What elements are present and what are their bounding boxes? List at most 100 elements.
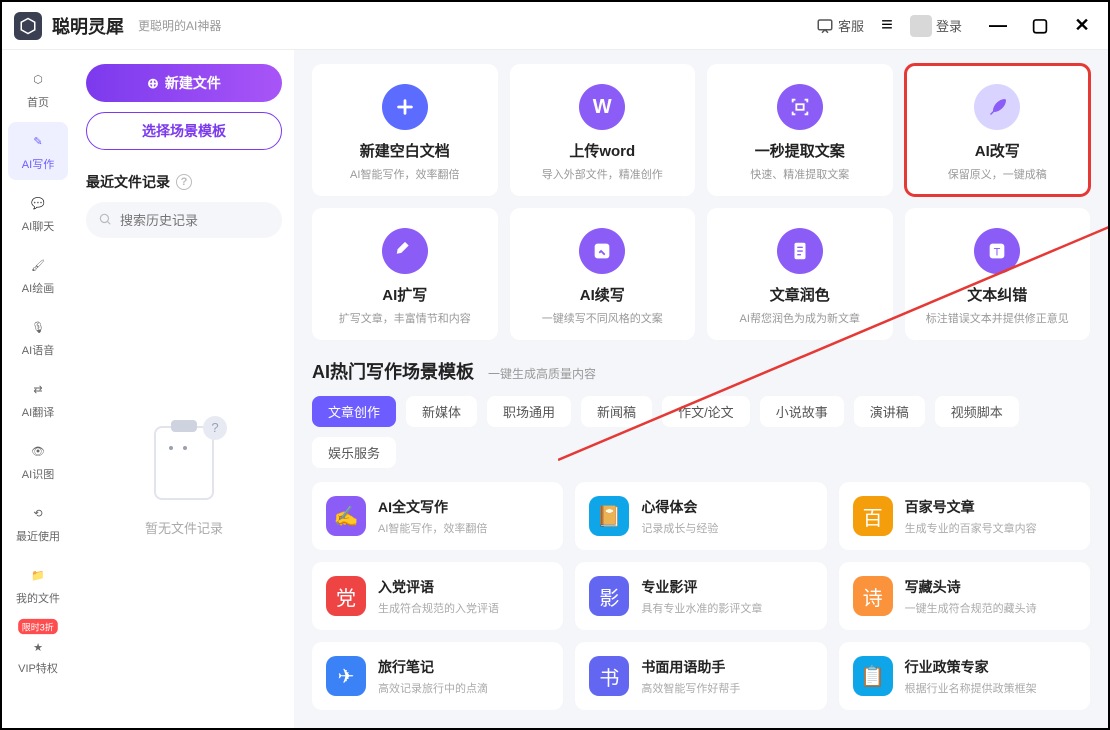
tab-8[interactable]: 娱乐服务 (312, 437, 396, 468)
template-icon: 影 (589, 576, 629, 616)
template-card[interactable]: 百 百家号文章 生成专业的百家号文章内容 (839, 482, 1090, 550)
sidebar-item-9[interactable]: 限时3折★VIP特权 (8, 618, 68, 676)
close-button[interactable]: ✕ (1068, 12, 1096, 40)
sidebar-item-3[interactable]: 🖌 AI绘画 (8, 246, 68, 304)
sidebar-item-6[interactable]: 👁AI识图 (8, 432, 68, 490)
new-file-button[interactable]: ⊕ 新建文件 (86, 64, 282, 102)
feather-icon (974, 84, 1020, 130)
sidebar-item-7[interactable]: ⟲ 最近使用 (8, 494, 68, 552)
tab-2[interactable]: 职场通用 (487, 396, 571, 427)
template-desc: 高效智能写作好帮手 (641, 680, 740, 696)
feature-card-scan[interactable]: 一秒提取文案 快速、精准提取文案 (707, 64, 893, 196)
login-label: 登录 (936, 16, 962, 35)
feature-desc: AI智能写作，效率翻倍 (350, 166, 459, 182)
doc-icon (777, 228, 823, 274)
tab-5[interactable]: 小说故事 (760, 396, 844, 427)
login-button[interactable]: 登录 (910, 15, 962, 37)
sidebar-item-5[interactable]: ⇄AI翻译 (8, 370, 68, 428)
help-icon[interactable]: ? (176, 174, 192, 190)
search-box[interactable] (86, 202, 282, 238)
nav-label: AI聊天 (22, 218, 54, 234)
template-card[interactable]: ✍ AI全文写作 AI智能写作，效率翻倍 (312, 482, 563, 550)
sidebar-item-1[interactable]: ✎ AI写作 (8, 122, 68, 180)
chat-icon (816, 17, 834, 35)
menu-icon[interactable]: ≡ (878, 17, 896, 35)
feature-title: 文本纠错 (967, 284, 1027, 305)
app-logo-icon (14, 12, 42, 40)
template-card[interactable]: 📋 行业政策专家 根据行业名称提供政策框架 (839, 642, 1090, 710)
pen-icon (382, 228, 428, 274)
feature-title: AI续写 (580, 284, 625, 305)
tab-7[interactable]: 视频脚本 (935, 396, 1019, 427)
feature-card-feather[interactable]: AI改写 保留原义，一键成稿 (905, 64, 1091, 196)
feature-desc: 标注错误文本并提供修正意见 (926, 310, 1069, 326)
feature-title: AI改写 (975, 140, 1020, 161)
tab-4[interactable]: 作文/论文 (662, 396, 750, 427)
sidebar-item-0[interactable]: ⬡首页 (8, 60, 68, 118)
tab-6[interactable]: 演讲稿 (854, 396, 925, 427)
template-desc: 生成专业的百家号文章内容 (905, 520, 1037, 536)
template-title: 行业政策专家 (905, 657, 1037, 677)
nav-icon-1: ✎ (27, 131, 49, 153)
template-icon: 党 (326, 576, 366, 616)
feature-desc: 保留原义，一键成稿 (948, 166, 1047, 182)
nav-icon-0: ⬡ (27, 69, 49, 91)
plus-icon: ⊕ (147, 75, 159, 92)
customer-service-label: 客服 (838, 16, 864, 35)
sidebar-item-4[interactable]: 🎙AI语音 (8, 308, 68, 366)
feature-title: 上传word (569, 140, 635, 161)
nav-label: AI绘画 (22, 280, 54, 296)
recent-section-label: 最近文件记录 (86, 172, 170, 192)
template-desc: 根据行业名称提供政策框架 (905, 680, 1037, 696)
feature-desc: 一键续写不同风格的文案 (542, 310, 663, 326)
search-input[interactable] (120, 213, 296, 228)
tab-1[interactable]: 新媒体 (406, 396, 477, 427)
tab-3[interactable]: 新闻稿 (581, 396, 652, 427)
template-tabs: 文章创作新媒体职场通用新闻稿作文/论文小说故事演讲稿视频脚本娱乐服务 (312, 396, 1090, 468)
template-title: 入党评语 (378, 577, 499, 597)
feature-card-pen[interactable]: AI扩写 扩写文章，丰富情节和内容 (312, 208, 498, 340)
template-card[interactable]: 书 书面用语助手 高效智能写作好帮手 (575, 642, 826, 710)
feature-card-check[interactable]: T 文本纠错 标注错误文本并提供修正意见 (905, 208, 1091, 340)
empty-text: 暂无文件记录 (145, 518, 223, 537)
feature-card-word[interactable]: W 上传word 导入外部文件，精准创作 (510, 64, 696, 196)
templates-section-subtitle: 一键生成高质量内容 (488, 365, 596, 382)
template-card[interactable]: 📔 心得体会 记录成长与经验 (575, 482, 826, 550)
nav-icon-2: 💬 (27, 193, 49, 215)
nav-icon-7: ⟲ (27, 503, 49, 525)
nav-label: 最近使用 (16, 528, 60, 544)
template-icon: 百 (853, 496, 893, 536)
template-title: 写藏头诗 (905, 577, 1037, 597)
template-title: 书面用语助手 (641, 657, 740, 677)
template-desc: 高效记录旅行中的点滴 (378, 680, 488, 696)
nav-label: AI语音 (22, 342, 54, 358)
template-icon: 书 (589, 656, 629, 696)
nav-icon-5: ⇄ (27, 379, 49, 401)
sidebar-item-2[interactable]: 💬 AI聊天 (8, 184, 68, 242)
template-desc: 一键生成符合规范的藏头诗 (905, 600, 1037, 616)
template-icon: 📔 (589, 496, 629, 536)
tab-0[interactable]: 文章创作 (312, 396, 396, 427)
template-card[interactable]: 党 入党评语 生成符合规范的入党评语 (312, 562, 563, 630)
feature-card-edit[interactable]: AI续写 一键续写不同风格的文案 (510, 208, 696, 340)
empty-state: ? 暂无文件记录 (86, 238, 282, 714)
template-desc: 记录成长与经验 (641, 520, 718, 536)
choose-template-button[interactable]: 选择场景模板 (86, 112, 282, 150)
minimize-button[interactable]: — (984, 12, 1012, 40)
template-icon: ✍ (326, 496, 366, 536)
scan-icon (777, 84, 823, 130)
template-card[interactable]: 影 专业影评 具有专业水准的影评文章 (575, 562, 826, 630)
nav-label: AI写作 (22, 156, 54, 172)
nav-icon-3: 🖌 (27, 255, 49, 277)
template-card[interactable]: ✈ 旅行笔记 高效记录旅行中的点滴 (312, 642, 563, 710)
customer-service-button[interactable]: 客服 (816, 16, 864, 35)
template-card[interactable]: 诗 写藏头诗 一键生成符合规范的藏头诗 (839, 562, 1090, 630)
sidebar-item-8[interactable]: 📁我的文件 (8, 556, 68, 614)
template-icon: 📋 (853, 656, 893, 696)
svg-text:T: T (994, 247, 1001, 259)
maximize-button[interactable]: ▢ (1026, 12, 1054, 40)
feature-card-plus[interactable]: 新建空白文档 AI智能写作，效率翻倍 (312, 64, 498, 196)
template-desc: 生成符合规范的入党评语 (378, 600, 499, 616)
feature-card-doc[interactable]: 文章润色 AI帮您润色为成为新文章 (707, 208, 893, 340)
check-icon: T (974, 228, 1020, 274)
